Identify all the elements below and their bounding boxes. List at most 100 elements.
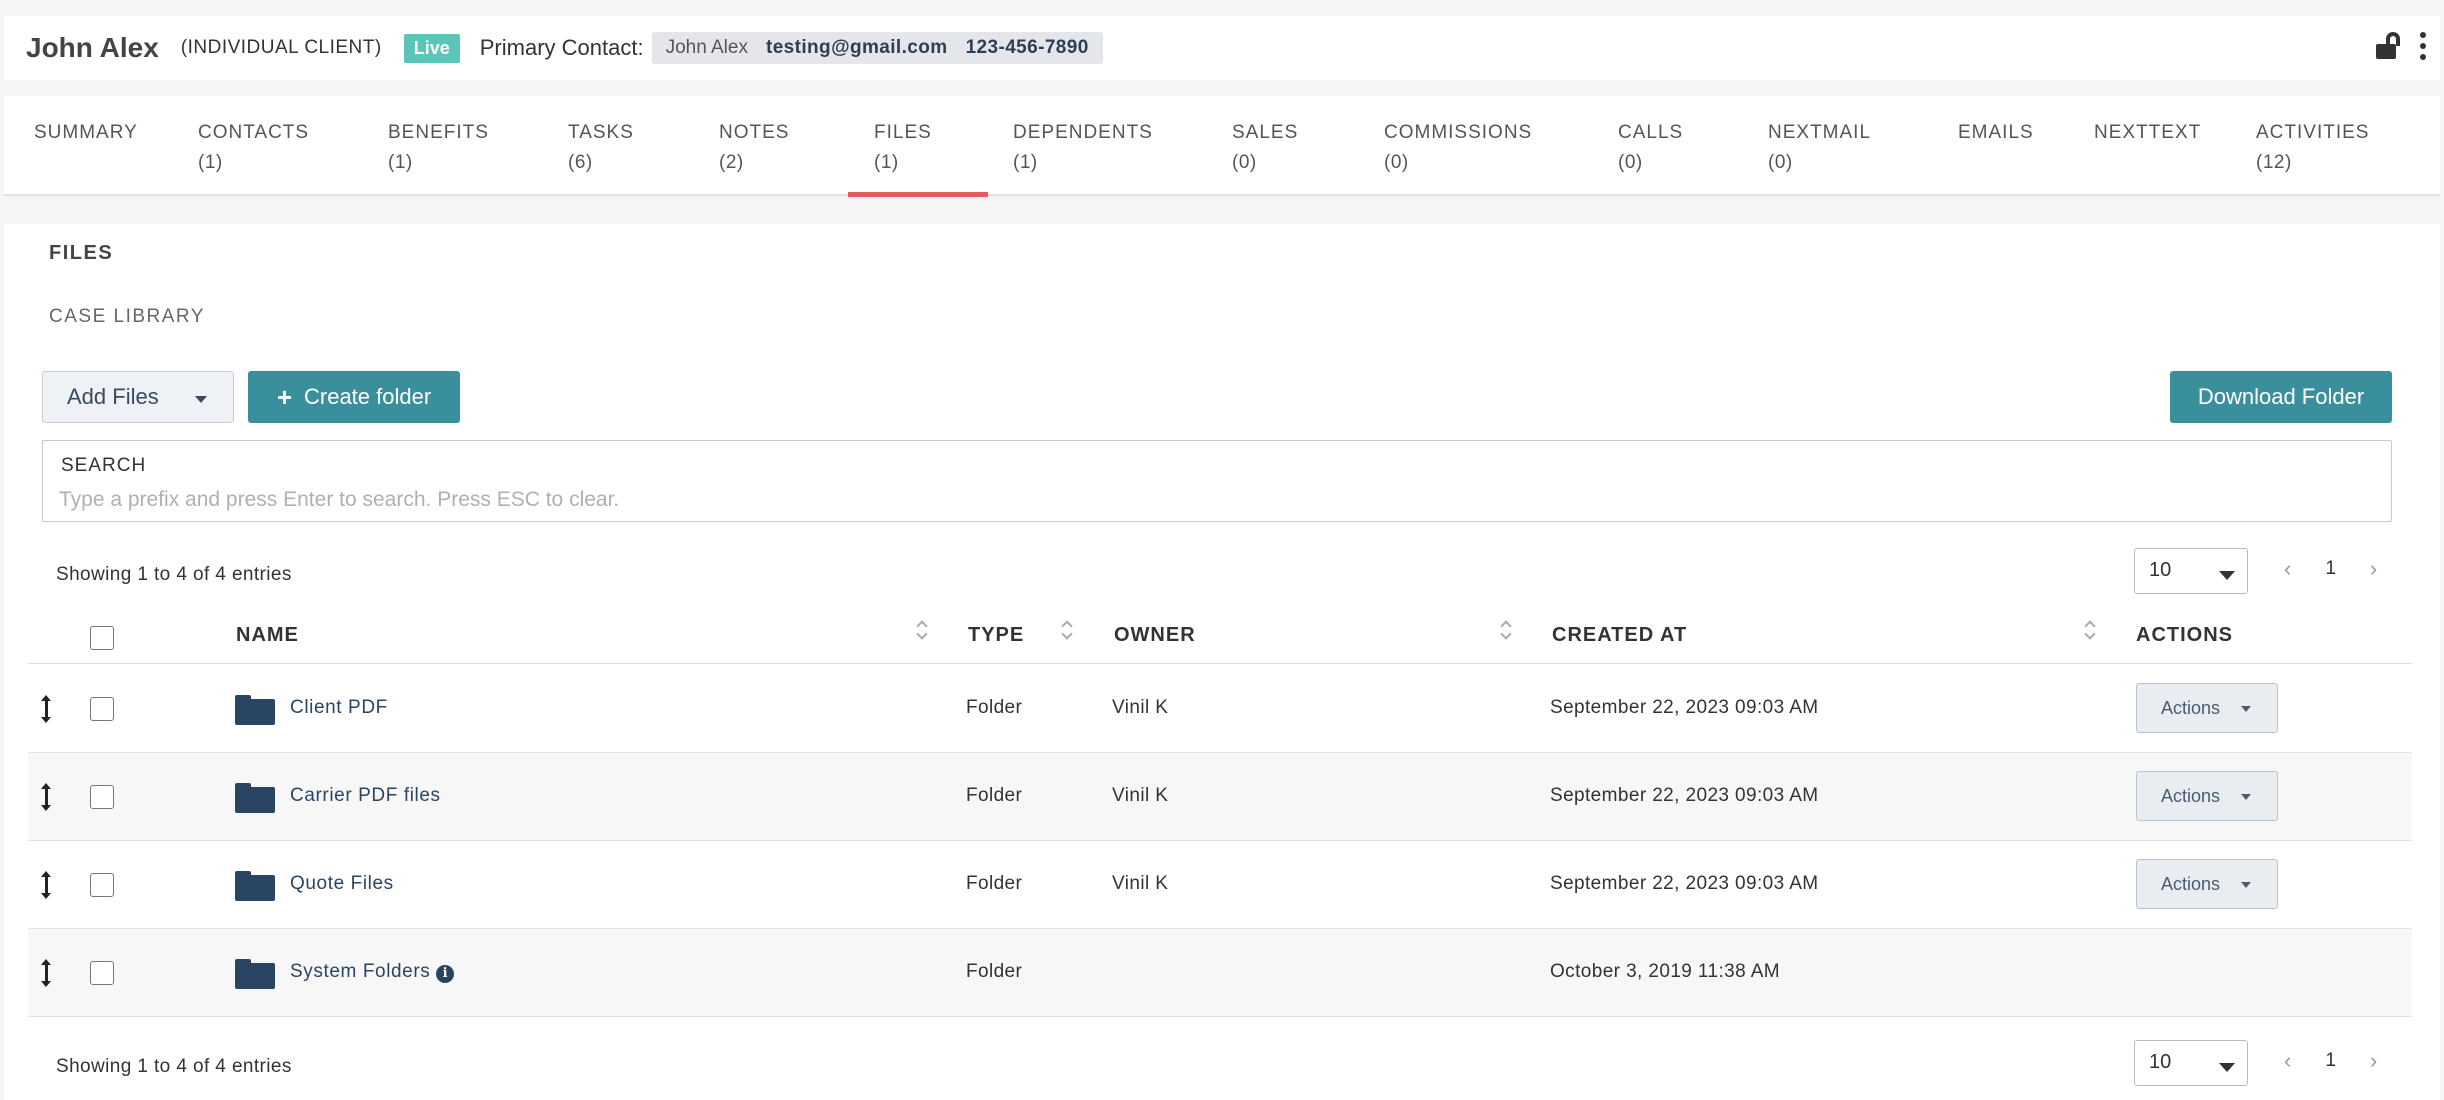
tab-nexttext[interactable]: NEXTTEXT xyxy=(2094,118,2201,148)
per-page-select[interactable]: 10 xyxy=(2134,1040,2248,1086)
tab-sales[interactable]: SALES (0) xyxy=(1232,118,1298,178)
section-title: FILES xyxy=(49,242,114,264)
file-type: Folder xyxy=(966,785,1023,806)
entries-info: Showing 1 to 4 of 4 entries xyxy=(56,1056,292,1077)
select-all-checkbox[interactable] xyxy=(90,626,114,650)
file-name-link[interactable]: Carrier PDF files xyxy=(290,785,441,807)
tab-activities[interactable]: ACTIVITIES (12) xyxy=(2256,118,2369,178)
file-owner: Vinil K xyxy=(1112,697,1169,718)
tab-dependents[interactable]: DEPENDENTS (1) xyxy=(1013,118,1153,178)
search-label: SEARCH xyxy=(61,455,147,476)
file-type: Folder xyxy=(966,873,1023,894)
file-created-at: September 22, 2023 09:03 AM xyxy=(1550,785,1819,806)
tab-files[interactable]: FILES (1) xyxy=(874,118,932,178)
actions-dropdown-button[interactable]: Actions xyxy=(2136,683,2278,733)
caret-down-icon xyxy=(2219,1063,2235,1072)
column-actions: ACTIONS xyxy=(2136,624,2233,646)
download-folder-button[interactable]: Download Folder xyxy=(2170,371,2392,423)
folder-icon xyxy=(235,695,275,725)
sort-icon[interactable] xyxy=(2086,618,2096,640)
header-icons xyxy=(2376,32,2426,60)
chevron-right-icon[interactable]: › xyxy=(2370,556,2377,582)
client-header: John Alex (INDIVIDUAL CLIENT) Live Prima… xyxy=(4,16,2440,80)
tab-commissions[interactable]: COMMISSIONS (0) xyxy=(1384,118,1532,178)
chevron-left-icon[interactable]: ‹ xyxy=(2284,1048,2291,1074)
row-checkbox[interactable] xyxy=(90,785,114,809)
folder-icon xyxy=(235,871,275,901)
folder-icon xyxy=(235,783,275,813)
primary-contact-email[interactable]: testing@gmail.com xyxy=(766,37,948,59)
sort-icon[interactable] xyxy=(1063,618,1073,640)
client-type: (INDIVIDUAL CLIENT) xyxy=(180,37,382,58)
primary-contact-label: Primary Contact: xyxy=(479,35,644,60)
drag-handle-icon[interactable] xyxy=(41,695,52,723)
column-name[interactable]: NAME xyxy=(236,624,299,647)
file-name-link[interactable]: Quote Files xyxy=(290,873,394,895)
tab-contacts[interactable]: CONTACTS (1) xyxy=(198,118,309,178)
file-created-at: October 3, 2019 11:38 AM xyxy=(1550,961,1781,982)
tab-tasks[interactable]: TASKS (6) xyxy=(568,118,634,178)
more-options-icon[interactable] xyxy=(2420,32,2426,60)
table-header: NAME TYPE OWNER CREATED AT ACTIONS xyxy=(28,608,2412,664)
chevron-down-icon xyxy=(195,396,207,403)
client-name: John Alex xyxy=(26,32,159,63)
file-type: Folder xyxy=(966,697,1023,718)
create-folder-button[interactable]: + Create folder xyxy=(248,371,460,423)
search-box: SEARCH xyxy=(42,440,2392,522)
caret-down-icon xyxy=(2219,571,2235,580)
page-number[interactable]: 1 xyxy=(2325,558,2336,580)
row-checkbox[interactable] xyxy=(90,961,114,985)
drag-handle-icon[interactable] xyxy=(41,783,52,811)
file-name-link[interactable]: Client PDF xyxy=(290,697,388,719)
tab-nextmail[interactable]: NEXTMAIL (0) xyxy=(1768,118,1871,178)
status-badge: Live xyxy=(403,33,460,63)
file-name-link[interactable]: System Folders i xyxy=(290,961,455,983)
sort-icon[interactable] xyxy=(1502,618,1512,640)
drag-handle-icon[interactable] xyxy=(41,871,52,899)
tab-emails[interactable]: EMAILS xyxy=(1958,118,2034,148)
add-files-button[interactable]: Add Files xyxy=(42,371,234,423)
primary-contact-name: John Alex xyxy=(665,37,748,58)
primary-contact-phone[interactable]: 123-456-7890 xyxy=(966,37,1089,59)
file-owner: Vinil K xyxy=(1112,873,1169,894)
unlock-icon[interactable] xyxy=(2376,32,2402,60)
pagination: ‹ 1 › xyxy=(2284,556,2377,582)
page-number[interactable]: 1 xyxy=(2325,1050,2336,1072)
column-owner[interactable]: OWNER xyxy=(1114,624,1196,647)
row-checkbox[interactable] xyxy=(90,873,114,897)
plus-icon: + xyxy=(276,381,292,412)
file-owner: Vinil K xyxy=(1112,785,1169,806)
tab-notes[interactable]: NOTES (2) xyxy=(719,118,789,178)
chevron-right-icon[interactable]: › xyxy=(2370,1048,2377,1074)
actions-dropdown-button[interactable]: Actions xyxy=(2136,771,2278,821)
tab-summary[interactable]: SUMMARY xyxy=(34,118,138,148)
caret-down-icon xyxy=(2241,882,2251,888)
pagination: ‹ 1 › xyxy=(2284,1048,2377,1074)
per-page-select[interactable]: 10 xyxy=(2134,548,2248,594)
active-tab-indicator xyxy=(848,192,988,197)
row-checkbox[interactable] xyxy=(90,697,114,721)
drag-handle-icon[interactable] xyxy=(41,959,52,987)
tab-calls[interactable]: CALLS (0) xyxy=(1618,118,1683,178)
search-input[interactable] xyxy=(59,485,2359,515)
case-library-link[interactable]: CASE LIBRARY xyxy=(49,306,205,328)
table-row[interactable]: Quote Files Folder Vinil K September 22,… xyxy=(28,841,2412,929)
folder-icon xyxy=(235,959,275,989)
table-row[interactable]: System Folders i Folder October 3, 2019 1… xyxy=(28,929,2412,1017)
column-created-at[interactable]: CREATED AT xyxy=(1552,624,1687,647)
primary-contact-box[interactable]: John Alex testing@gmail.com 123-456-7890 xyxy=(651,32,1103,64)
actions-dropdown-button[interactable]: Actions xyxy=(2136,859,2278,909)
add-files-label: Add Files xyxy=(67,384,159,409)
info-icon[interactable]: i xyxy=(436,965,455,983)
column-type[interactable]: TYPE xyxy=(968,624,1024,647)
chevron-left-icon[interactable]: ‹ xyxy=(2284,556,2291,582)
file-type: Folder xyxy=(966,961,1023,982)
create-folder-label: Create folder xyxy=(304,384,432,409)
file-created-at: September 22, 2023 09:03 AM xyxy=(1550,873,1819,894)
tab-benefits[interactable]: BENEFITS (1) xyxy=(388,118,489,178)
table-row[interactable]: Carrier PDF files Folder Vinil K Septemb… xyxy=(28,753,2412,841)
sort-icon[interactable] xyxy=(918,618,928,640)
table-row[interactable]: Client PDF Folder Vinil K September 22, … xyxy=(28,665,2412,753)
file-created-at: September 22, 2023 09:03 AM xyxy=(1550,697,1819,718)
caret-down-icon xyxy=(2241,794,2251,800)
